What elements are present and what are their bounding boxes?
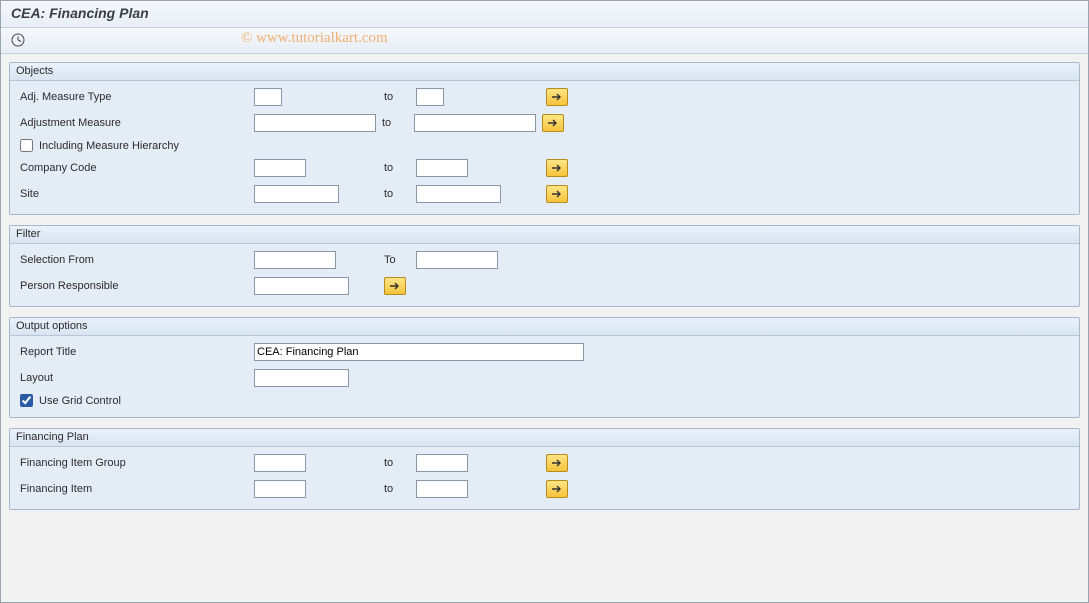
label-financing-item-group: Financing Item Group (18, 457, 248, 469)
financing-item-group-to-input[interactable] (416, 454, 468, 472)
adjustment-measure-from-input[interactable] (254, 114, 376, 132)
arrow-right-icon (389, 281, 401, 291)
site-more-button[interactable] (546, 185, 568, 203)
use-grid-checkbox[interactable] (20, 394, 33, 407)
label-report-title: Report Title (18, 346, 248, 358)
row-adjustment-measure: Adjustment Measure to (18, 113, 1071, 133)
adj-measure-type-from-input[interactable] (254, 88, 282, 106)
row-report-title: Report Title (18, 342, 1071, 362)
label-adj-measure-type: Adj. Measure Type (18, 91, 248, 103)
label-to: to (384, 91, 410, 103)
row-financing-item: Financing Item to (18, 479, 1071, 499)
arrow-right-icon (551, 484, 563, 494)
financing-item-group-more-button[interactable] (546, 454, 568, 472)
label-site: Site (18, 188, 248, 200)
company-code-more-button[interactable] (546, 159, 568, 177)
page-title: CEA: Financing Plan (11, 5, 1078, 21)
label-selection-to: To (384, 254, 410, 266)
arrow-right-icon (551, 189, 563, 199)
row-layout: Layout (18, 368, 1071, 388)
adj-measure-type-more-button[interactable] (546, 88, 568, 106)
label-use-grid: Use Grid Control (39, 395, 121, 407)
including-hierarchy-checkbox[interactable] (20, 139, 33, 152)
financing-item-group-from-input[interactable] (254, 454, 306, 472)
arrow-right-icon (551, 163, 563, 173)
group-filter: Filter Selection From To Person Responsi… (9, 225, 1080, 307)
group-financing-plan: Financing Plan Financing Item Group to F… (9, 428, 1080, 510)
group-objects: Objects Adj. Measure Type to Adjustment … (9, 62, 1080, 215)
financing-item-from-input[interactable] (254, 480, 306, 498)
content-area: Objects Adj. Measure Type to Adjustment … (1, 54, 1088, 528)
execute-button[interactable] (7, 30, 29, 50)
adjustment-measure-more-button[interactable] (542, 114, 564, 132)
label-to: to (384, 162, 410, 174)
label-layout: Layout (18, 372, 248, 384)
label-company-code: Company Code (18, 162, 248, 174)
selection-to-input[interactable] (416, 251, 498, 269)
person-responsible-input[interactable] (254, 277, 349, 295)
label-to: to (384, 188, 410, 200)
group-header-objects: Objects (10, 63, 1079, 81)
row-person-responsible: Person Responsible (18, 276, 1071, 296)
arrow-right-icon (551, 92, 563, 102)
group-header-filter: Filter (10, 226, 1079, 244)
financing-item-more-button[interactable] (546, 480, 568, 498)
title-bar: CEA: Financing Plan (1, 1, 1088, 28)
group-header-output: Output options (10, 318, 1079, 336)
company-code-from-input[interactable] (254, 159, 306, 177)
toolbar: © www.tutorialkart.com (1, 28, 1088, 54)
label-financing-item: Financing Item (18, 483, 248, 495)
label-adjustment-measure: Adjustment Measure (18, 117, 248, 129)
site-from-input[interactable] (254, 185, 339, 203)
label-to: to (384, 483, 410, 495)
label-to: to (382, 117, 408, 129)
row-adj-measure-type: Adj. Measure Type to (18, 87, 1071, 107)
row-site: Site to (18, 184, 1071, 204)
row-use-grid: Use Grid Control (18, 394, 1071, 407)
adj-measure-type-to-input[interactable] (416, 88, 444, 106)
group-output-options: Output options Report Title Layout Use G… (9, 317, 1080, 418)
watermark-text: © www.tutorialkart.com (241, 30, 388, 47)
layout-input[interactable] (254, 369, 349, 387)
financing-item-to-input[interactable] (416, 480, 468, 498)
adjustment-measure-to-input[interactable] (414, 114, 536, 132)
report-title-input[interactable] (254, 343, 584, 361)
label-including-hierarchy: Including Measure Hierarchy (39, 140, 179, 152)
arrow-right-icon (547, 118, 559, 128)
arrow-right-icon (551, 458, 563, 468)
label-selection-from: Selection From (18, 254, 248, 266)
selection-from-input[interactable] (254, 251, 336, 269)
label-to: to (384, 457, 410, 469)
label-person-responsible: Person Responsible (18, 280, 248, 292)
row-including-hierarchy: Including Measure Hierarchy (18, 139, 1071, 152)
person-responsible-more-button[interactable] (384, 277, 406, 295)
clock-execute-icon (10, 32, 26, 48)
site-to-input[interactable] (416, 185, 501, 203)
group-header-financing-plan: Financing Plan (10, 429, 1079, 447)
row-financing-item-group: Financing Item Group to (18, 453, 1071, 473)
app-window: CEA: Financing Plan © www.tutorialkart.c… (0, 0, 1089, 603)
company-code-to-input[interactable] (416, 159, 468, 177)
row-company-code: Company Code to (18, 158, 1071, 178)
row-selection-from: Selection From To (18, 250, 1071, 270)
